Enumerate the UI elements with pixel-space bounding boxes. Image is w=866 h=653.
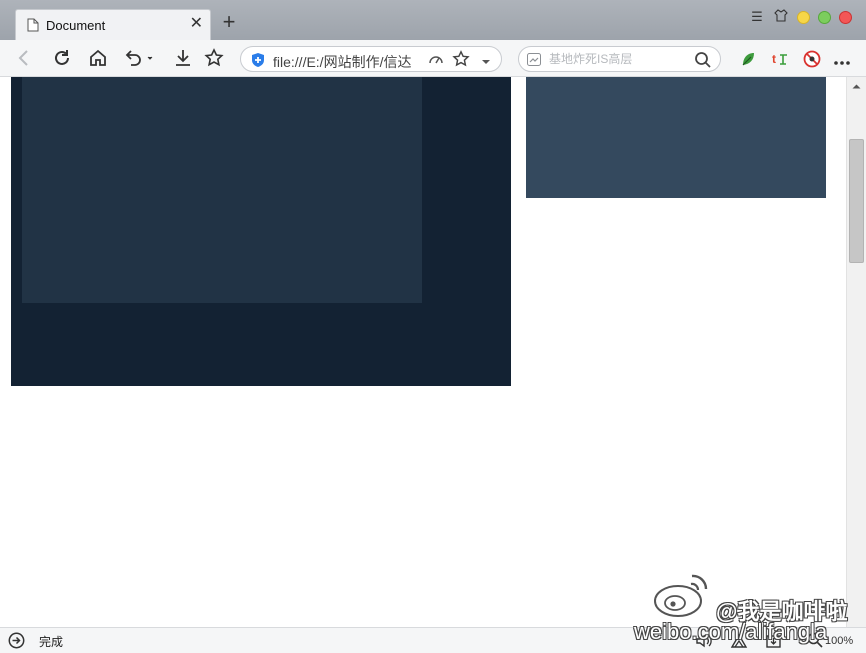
right-box xyxy=(526,77,826,198)
scroll-thumb[interactable] xyxy=(849,139,864,263)
back-icon xyxy=(17,49,31,70)
chevron-down-icon[interactable] xyxy=(481,54,491,69)
home-icon xyxy=(88,48,108,71)
status-text: 完成 xyxy=(39,635,64,649)
download-icon xyxy=(173,48,193,71)
undo-icon xyxy=(123,48,153,71)
speed-icon[interactable] xyxy=(428,51,444,70)
arrow-circle-icon[interactable] xyxy=(8,632,25,652)
page-viewport xyxy=(0,77,846,627)
title-bar: Document ✕ + ☰ xyxy=(0,0,866,40)
star-icon xyxy=(204,47,224,71)
undo-close-button[interactable] xyxy=(121,48,155,70)
toolbar: file:///E:/网站制作/信达 t xyxy=(0,40,866,77)
weibo-logo-icon xyxy=(650,565,714,624)
window-controls: ☰ xyxy=(749,9,852,25)
browser-tab[interactable]: Document ✕ xyxy=(15,9,211,40)
tab-title: Document xyxy=(46,18,106,33)
document-icon xyxy=(27,18,39,35)
close-window-button[interactable] xyxy=(839,10,852,24)
watermark-url: weibo.com/alifangla xyxy=(634,619,828,644)
adblock-icon[interactable] xyxy=(803,50,821,68)
scroll-up-arrow-icon[interactable] xyxy=(847,77,866,95)
search-icon[interactable] xyxy=(694,51,712,72)
home-button[interactable] xyxy=(87,48,109,70)
favorites-button[interactable] xyxy=(203,47,225,71)
vertical-scrollbar[interactable] xyxy=(846,77,866,627)
menu-icon[interactable]: ☰ xyxy=(749,9,765,25)
new-tab-button[interactable]: + xyxy=(219,11,239,33)
skin-icon[interactable] xyxy=(773,9,789,25)
inner-box xyxy=(22,77,422,303)
search-engine-icon[interactable] xyxy=(527,53,541,69)
url-text[interactable]: file:///E:/网站制作/信达 xyxy=(273,52,423,72)
back-button[interactable] xyxy=(13,48,35,70)
zoom-level: 100% xyxy=(825,635,854,647)
download-button[interactable] xyxy=(172,48,194,70)
dark-outer-box xyxy=(11,77,511,386)
svg-text:t: t xyxy=(772,52,776,66)
maximize-button[interactable] xyxy=(818,10,831,24)
bookmark-star-icon[interactable] xyxy=(452,50,470,71)
search-input[interactable] xyxy=(549,50,689,68)
shield-icon xyxy=(251,52,265,71)
extension-leaf-icon[interactable] xyxy=(739,50,757,68)
extension-translate-icon[interactable]: t xyxy=(771,50,789,68)
refresh-button[interactable] xyxy=(51,48,73,70)
minimize-button[interactable] xyxy=(797,10,810,24)
search-box xyxy=(518,46,721,72)
more-menu-icon[interactable] xyxy=(834,54,852,72)
close-tab-icon[interactable]: ✕ xyxy=(190,16,203,32)
refresh-icon xyxy=(52,48,72,71)
address-bar[interactable]: file:///E:/网站制作/信达 xyxy=(240,46,502,72)
